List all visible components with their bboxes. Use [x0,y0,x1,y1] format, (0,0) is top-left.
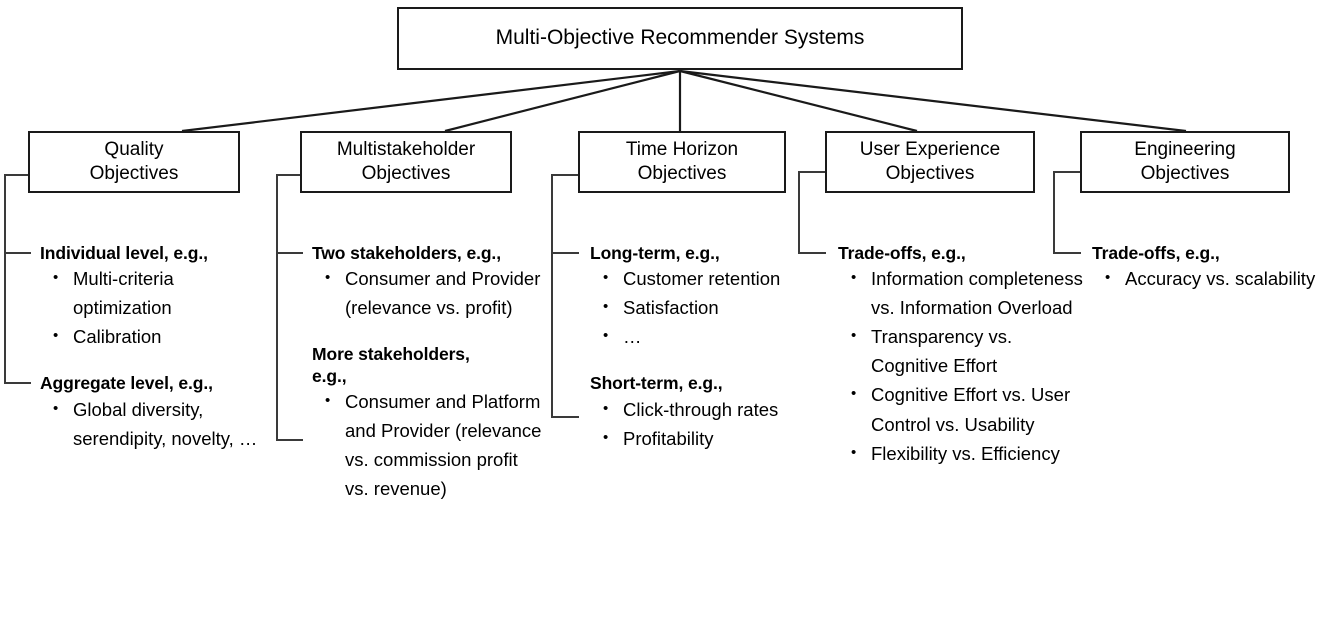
column-content-user-experience: Trade-offs, e.g., Information completene… [838,243,1088,468]
list-item: Global diversity, serendipity, novelty, … [40,395,276,453]
list-item: Customer retention [590,264,795,293]
bracket-multistakeholder [276,174,303,441]
group-more-stakeholders: More stakeholders, e.g., Consumer and Pl… [312,344,544,503]
group-heading: Trade-offs, e.g., [838,243,966,263]
list-item: Cognitive Effort vs. User Control vs. Us… [838,380,1088,438]
edge-root-to-quality [181,69,681,133]
list-item: Flexibility vs. Efficiency [838,439,1088,468]
list-item: Click-through rates [590,395,795,424]
branch-node-engineering: Engineering Objectives [1080,131,1290,193]
group-two-stakeholders: Two stakeholders, e.g., Consumer and Pro… [312,243,544,322]
group-heading: More stakeholders, e.g., [312,344,470,386]
group-heading: Short-term, e.g., [590,373,723,394]
bracket-time-horizon [551,174,579,418]
list-item: Transparency vs. Cognitive Effort [838,322,1088,380]
branch-node-user-experience: User Experience Objectives [825,131,1035,193]
root-node-multi-objective-recommender-systems: Multi-Objective Recommender Systems [397,7,963,70]
list-item: Multi-criteria optimization [40,264,276,322]
group-short-term: Short-term, e.g., Click-through rates Pr… [590,373,795,452]
list-item: Calibration [40,322,276,351]
group-heading: Aggregate level, e.g., [40,373,213,394]
list-item: Accuracy vs. scalability [1092,264,1322,293]
column-content-time-horizon: Long-term, e.g., Customer retention Sati… [590,243,795,453]
edge-root-to-user-experience [679,69,918,133]
branch-node-time-horizon: Time Horizon Objectives [578,131,786,193]
branch-node-quality: Quality Objectives [28,131,240,193]
bracket-engineering [1053,171,1081,254]
bracket-user-experience [798,171,826,254]
bullet-list: Customer retention Satisfaction … [590,264,795,351]
list-item: Information completeness vs. Information… [838,264,1088,322]
branch-node-engineering-label: Engineering Objectives [1134,138,1236,184]
bullet-list: Click-through rates Profitability [590,395,795,453]
root-node-label: Multi-Objective Recommender Systems [495,26,865,50]
bullet-list: Consumer and Provider (relevance vs. pro… [312,264,544,322]
column-content-engineering: Trade-offs, e.g., Accuracy vs. scalabili… [1092,243,1322,293]
bracket-quality [4,174,31,384]
group-heading: Individual level, e.g., [40,243,208,263]
group-aggregate-level: Aggregate level, e.g., Global diversity,… [40,373,276,452]
branch-node-quality-label: Quality Objectives [89,138,179,184]
edge-root-to-engineering [679,69,1187,133]
group-individual-level: Individual level, e.g., Multi-criteria o… [40,243,276,351]
list-item: … [590,322,795,351]
column-content-multistakeholder: Two stakeholders, e.g., Consumer and Pro… [312,243,544,503]
bullet-list: Multi-criteria optimization Calibration [40,264,276,351]
column-content-quality: Individual level, e.g., Multi-criteria o… [40,243,276,453]
bullet-list: Information completeness vs. Information… [838,264,1088,467]
multi-objective-recommender-systems-diagram: Multi-Objective Recommender Systems Qual… [0,0,1325,624]
branch-node-time-horizon-label: Time Horizon Objectives [625,138,739,184]
list-item: Profitability [590,424,795,453]
list-item: Satisfaction [590,293,795,322]
group-heading: Two stakeholders, e.g., [312,243,501,263]
list-item: Consumer and Platform and Provider (rele… [312,387,544,503]
group-heading: Long-term, e.g., [590,243,720,263]
bullet-list: Consumer and Platform and Provider (rele… [312,387,544,503]
bullet-list: Accuracy vs. scalability [1092,264,1322,293]
branch-node-user-experience-label: User Experience Objectives [859,138,1001,184]
group-heading: Trade-offs, e.g., [1092,243,1220,263]
edge-root-to-multistakeholder [444,69,681,133]
group-long-term: Long-term, e.g., Customer retention Sati… [590,243,795,351]
list-item: Consumer and Provider (relevance vs. pro… [312,264,544,322]
group-engineering-trade-offs: Trade-offs, e.g., Accuracy vs. scalabili… [1092,243,1322,293]
branch-node-multistakeholder-label: Multistakeholder Objectives [336,138,476,184]
group-ux-trade-offs: Trade-offs, e.g., Information completene… [838,243,1088,468]
bullet-list: Global diversity, serendipity, novelty, … [40,395,276,453]
branch-node-multistakeholder: Multistakeholder Objectives [300,131,512,193]
